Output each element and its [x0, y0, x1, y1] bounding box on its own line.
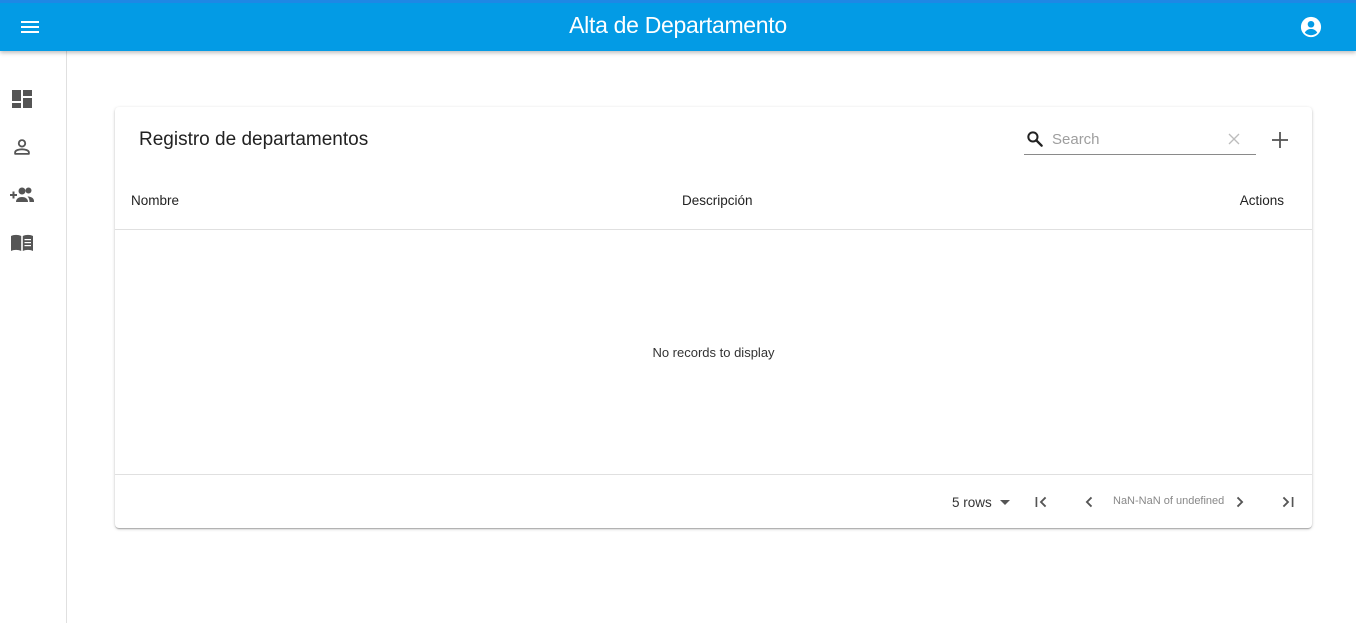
- last-page-icon: [1282, 496, 1294, 508]
- menu-book-icon[interactable]: [8, 229, 36, 257]
- next-page-button[interactable]: [1228, 490, 1252, 514]
- chevron-right-icon: [1236, 496, 1244, 508]
- account-circle-icon[interactable]: [1298, 14, 1324, 40]
- chevron-left-icon: [1085, 496, 1093, 508]
- empty-message: No records to display: [652, 345, 775, 360]
- rows-per-page-label: 5 rows: [952, 494, 992, 510]
- add-icon: [1272, 132, 1288, 148]
- column-header-actions: Actions: [1239, 193, 1284, 208]
- group-add-icon[interactable]: [8, 181, 36, 209]
- last-page-button[interactable]: [1276, 490, 1300, 514]
- previous-page-button[interactable]: [1077, 490, 1101, 514]
- rows-per-page-select[interactable]: 5 rows: [952, 491, 1012, 513]
- column-header-descripcion[interactable]: Descripción: [682, 193, 753, 208]
- page-title: Alta de Departamento: [569, 12, 787, 38]
- first-page-icon: [1035, 496, 1047, 508]
- footer-divider: [115, 474, 1312, 475]
- person-icon[interactable]: [8, 133, 36, 161]
- add-button[interactable]: [1268, 128, 1292, 152]
- clear-icon[interactable]: [1224, 129, 1244, 149]
- departments-table-card: Registro de departamentos Nombre Descrip…: [115, 107, 1312, 528]
- page-info: NaN-NaN of undefined: [1113, 495, 1225, 507]
- app-bar: Alta de Departamento: [0, 0, 1356, 51]
- search-icon: [1025, 129, 1045, 149]
- first-page-button[interactable]: [1029, 490, 1053, 514]
- side-drawer: [0, 51, 67, 623]
- search-field: [1024, 124, 1256, 155]
- column-header-nombre[interactable]: Nombre: [131, 193, 179, 208]
- dashboard-icon[interactable]: [8, 85, 36, 113]
- search-input[interactable]: [1052, 128, 1218, 150]
- header-divider: [115, 229, 1312, 230]
- table-title: Registro de departamentos: [139, 129, 369, 150]
- dropdown-arrow-icon: [999, 500, 1010, 505]
